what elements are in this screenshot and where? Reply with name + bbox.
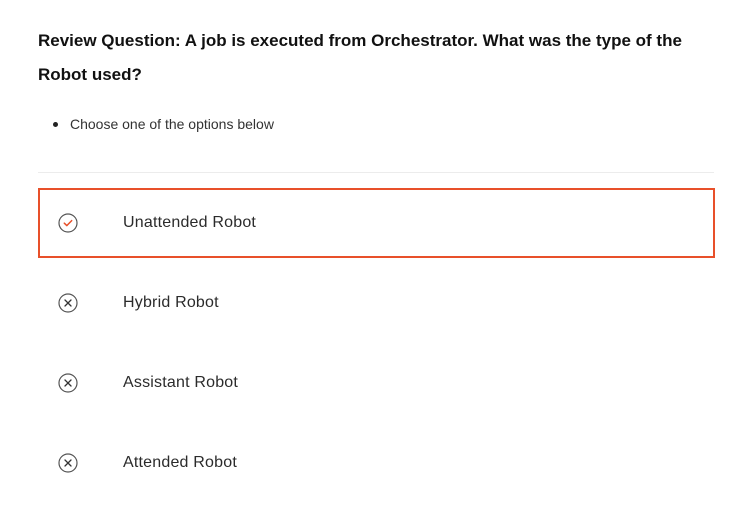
x-circle-icon bbox=[58, 373, 78, 393]
option-assistant-robot[interactable]: Assistant Robot bbox=[38, 348, 715, 418]
x-circle-icon bbox=[58, 453, 78, 473]
answer-options: Unattended Robot Hybrid Robot Assistant … bbox=[38, 188, 715, 508]
option-label: Hybrid Robot bbox=[123, 294, 219, 311]
option-label: Unattended Robot bbox=[123, 214, 257, 231]
x-circle-icon bbox=[58, 293, 78, 313]
check-circle-icon bbox=[58, 213, 78, 233]
instructions-list: Choose one of the options below bbox=[38, 114, 274, 134]
divider bbox=[38, 172, 714, 173]
option-attended-robot[interactable]: Attended Robot bbox=[38, 428, 715, 498]
option-hybrid-robot[interactable]: Hybrid Robot bbox=[38, 268, 715, 338]
question-text: Review Question: A job is executed from … bbox=[38, 31, 682, 84]
option-label: Assistant Robot bbox=[123, 374, 239, 391]
instruction-item: Choose one of the options below bbox=[38, 114, 274, 134]
option-unattended-robot[interactable]: Unattended Robot bbox=[38, 188, 715, 258]
option-label: Attended Robot bbox=[123, 454, 237, 471]
